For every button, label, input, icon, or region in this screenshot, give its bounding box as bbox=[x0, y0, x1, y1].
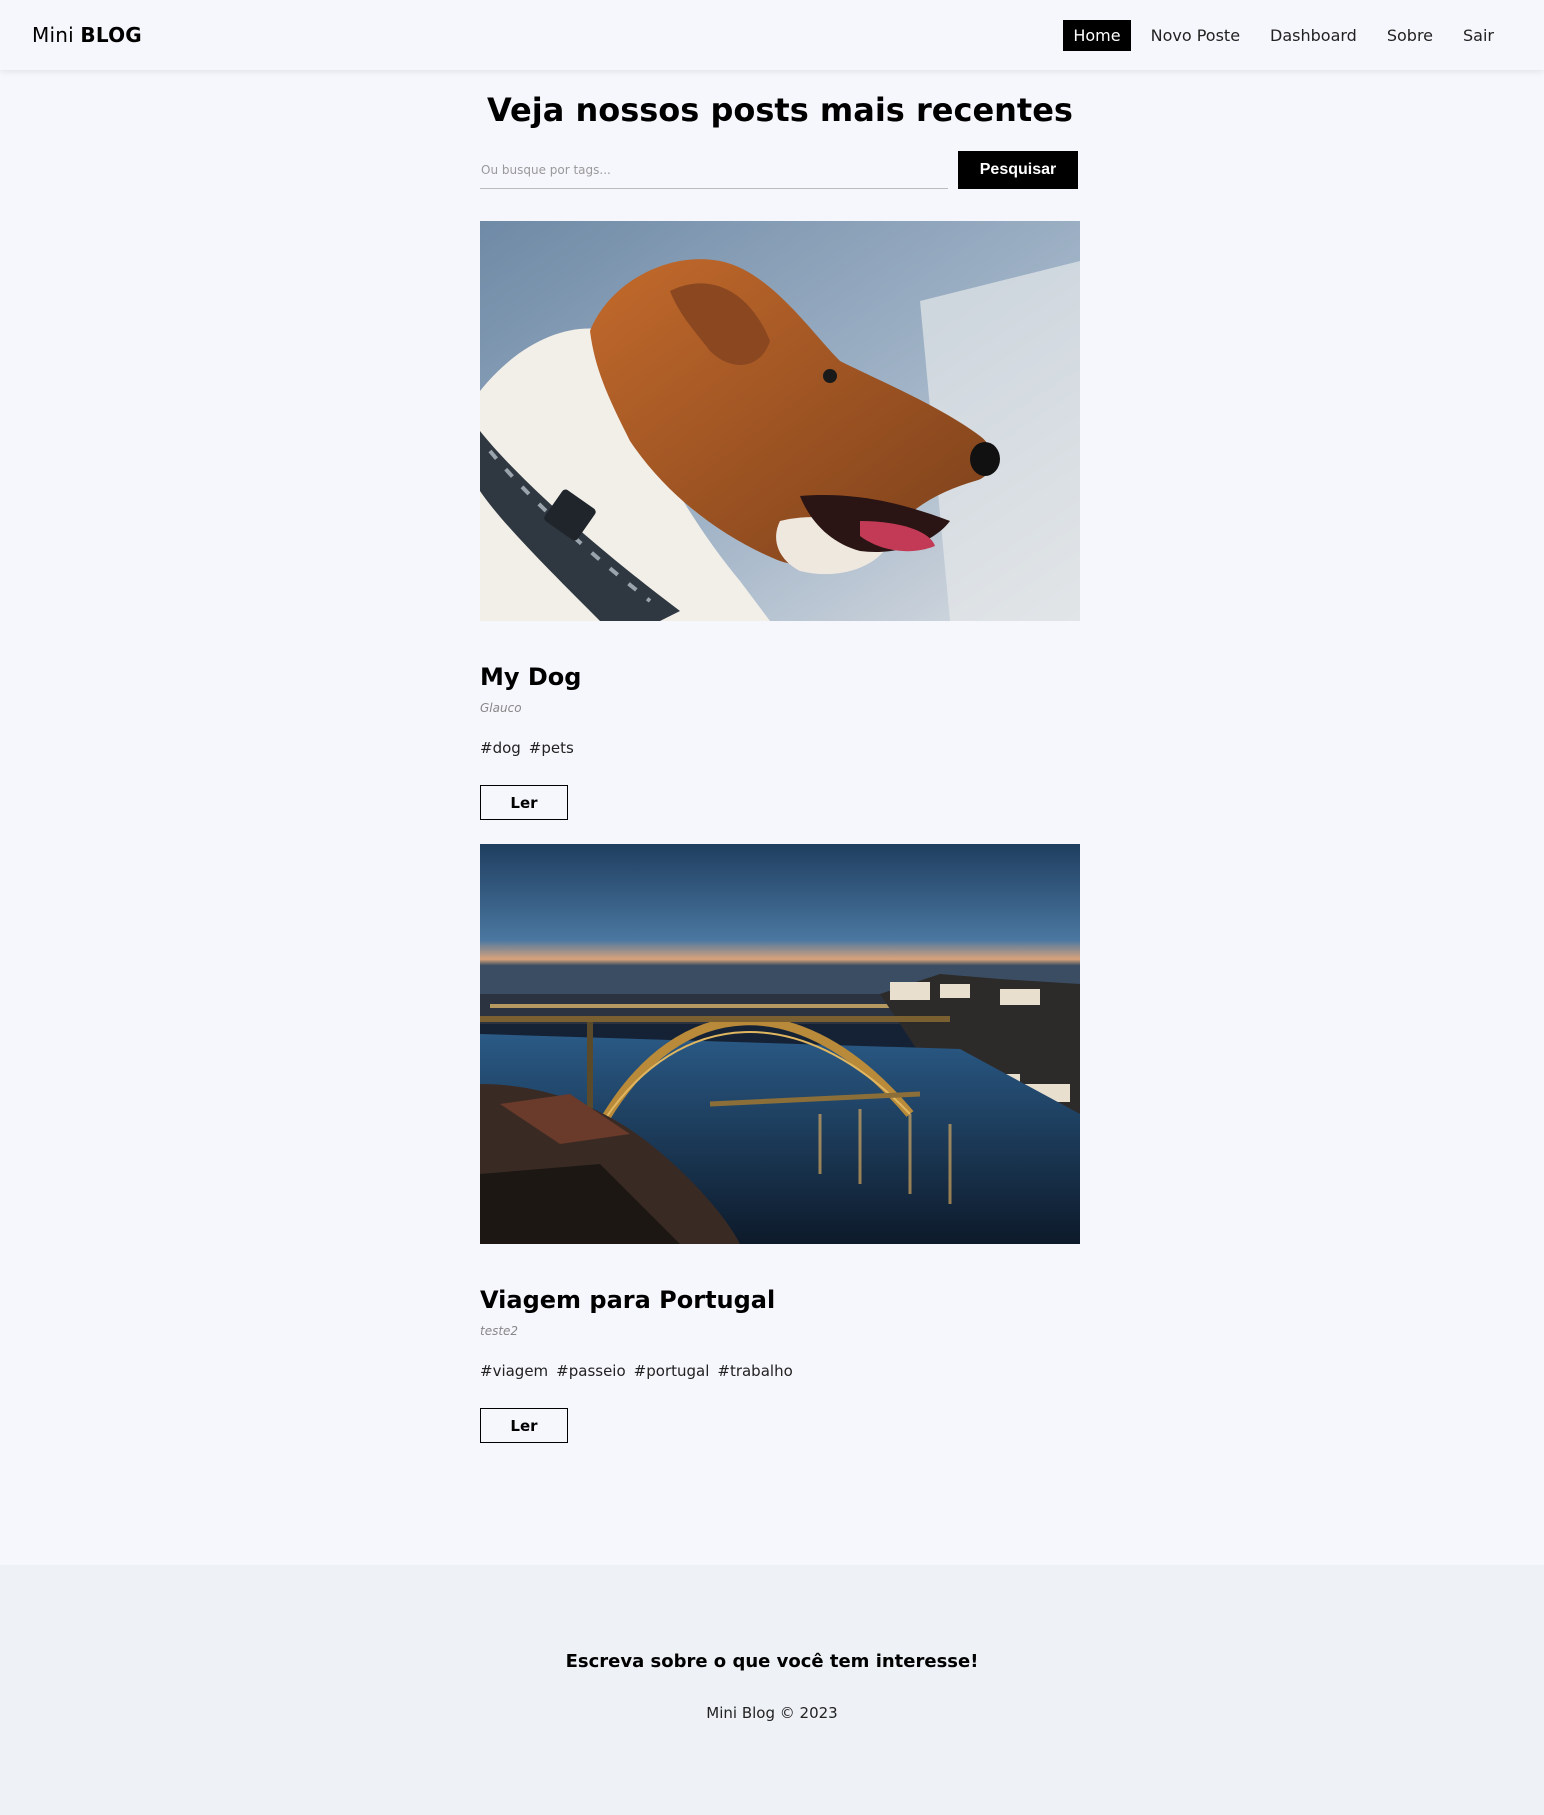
footer-copyright: Mini Blog © 2023 bbox=[706, 1704, 838, 1722]
tag[interactable]: #trabalho bbox=[717, 1362, 792, 1380]
post-author: Glauco bbox=[480, 701, 522, 715]
search-input[interactable] bbox=[480, 151, 948, 189]
read-button[interactable]: Ler bbox=[480, 1408, 568, 1443]
brand-light: Mini bbox=[32, 23, 74, 47]
search-form: Pesquisar bbox=[480, 151, 1080, 189]
main-content: Veja nossos posts mais recentes Pesquisa… bbox=[480, 70, 1080, 1443]
nav-link-sobre[interactable]: Sobre bbox=[1377, 20, 1443, 51]
navbar: Mini BLOG Home Novo Poste Dashboard Sobr… bbox=[0, 0, 1544, 70]
search-button[interactable]: Pesquisar bbox=[958, 151, 1078, 189]
tag[interactable]: #passeio bbox=[556, 1362, 626, 1380]
tag[interactable]: #pets bbox=[529, 739, 574, 757]
post-title: Viagem para Portugal bbox=[480, 1286, 776, 1314]
post-tags: #viagem #passeio #portugal #trabalho bbox=[480, 1362, 1080, 1380]
brand-logo[interactable]: Mini BLOG bbox=[32, 23, 142, 47]
brand-bold: BLOG bbox=[80, 23, 142, 47]
nav-link-novo-poste[interactable]: Novo Poste bbox=[1141, 20, 1250, 51]
post-title: My Dog bbox=[480, 663, 582, 691]
nav-links: Home Novo Poste Dashboard Sobre Sair bbox=[1063, 19, 1504, 51]
nav-link-sair[interactable]: Sair bbox=[1453, 20, 1504, 51]
read-button[interactable]: Ler bbox=[480, 785, 568, 820]
dog-photo bbox=[480, 221, 1080, 621]
footer: Escreva sobre o que você tem interesse! … bbox=[0, 1565, 1544, 1815]
tag[interactable]: #portugal bbox=[634, 1362, 710, 1380]
footer-headline: Escreva sobre o que você tem interesse! bbox=[565, 1651, 979, 1672]
nav-link-dashboard[interactable]: Dashboard bbox=[1260, 20, 1367, 51]
post-tags: #dog #pets bbox=[480, 739, 1080, 757]
porto-bridge-photo bbox=[480, 844, 1080, 1244]
nav-link-home[interactable]: Home bbox=[1063, 19, 1131, 51]
post-card: Viagem para Portugal teste2 #viagem #pas… bbox=[480, 844, 1080, 1443]
page-title: Veja nossos posts mais recentes bbox=[487, 91, 1073, 129]
tag[interactable]: #viagem bbox=[480, 1362, 548, 1380]
post-author: teste2 bbox=[480, 1324, 519, 1338]
tag[interactable]: #dog bbox=[480, 739, 521, 757]
post-card: My Dog Glauco #dog #pets Ler bbox=[480, 221, 1080, 820]
